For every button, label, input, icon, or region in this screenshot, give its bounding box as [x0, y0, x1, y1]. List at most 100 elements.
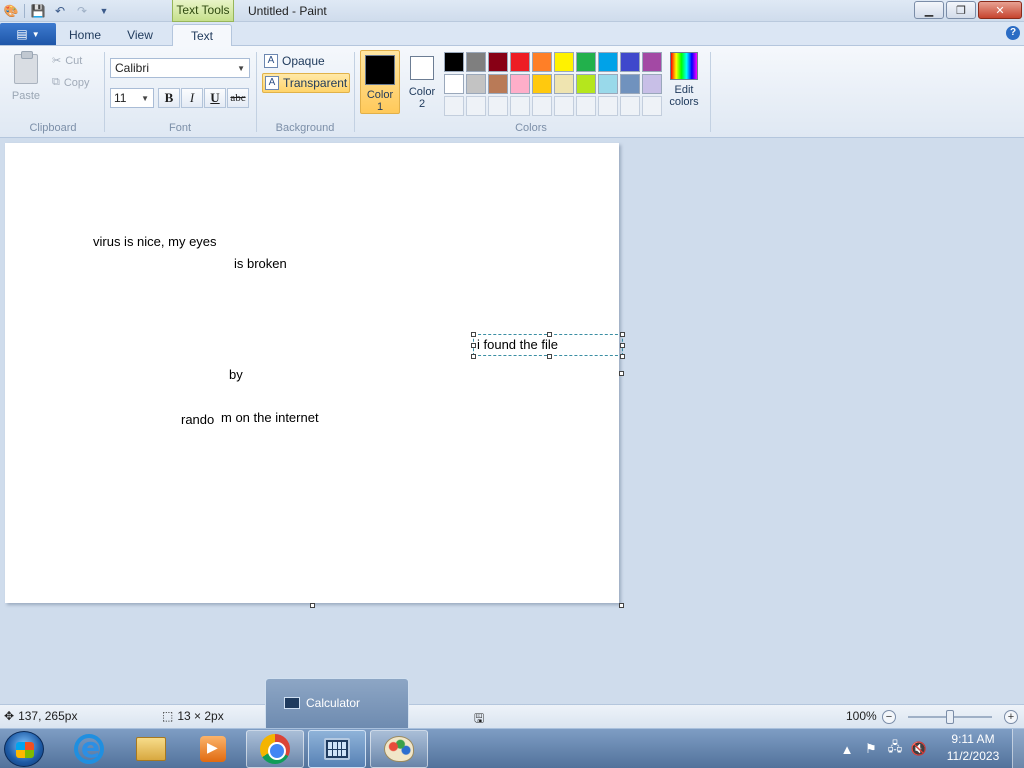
restore-button[interactable]: ❐ [946, 1, 976, 19]
custom-color-slot[interactable] [532, 96, 552, 116]
clock[interactable]: 9:11 AM 11/2/2023 [938, 731, 1008, 767]
canvas-resize-handle[interactable] [310, 603, 315, 608]
drawing-canvas[interactable]: virus is nice, my eyes is broken by rand… [5, 143, 625, 603]
palette-swatch[interactable] [554, 52, 574, 72]
zoom-out-button[interactable]: − [882, 710, 896, 724]
palette-swatch[interactable] [576, 74, 596, 94]
canvas-resize-handle[interactable] [619, 603, 624, 608]
tab-text[interactable]: Text [172, 24, 232, 47]
color1-button[interactable]: Color 1 [360, 50, 400, 114]
palette-swatch[interactable] [576, 52, 596, 72]
minimize-icon: ▁ [924, 4, 934, 17]
palette-swatch[interactable] [466, 74, 486, 94]
palette-swatch[interactable] [620, 74, 640, 94]
palette-swatch[interactable] [532, 52, 552, 72]
color2-label-line2: 2 [418, 98, 426, 110]
palette-swatch[interactable] [642, 52, 662, 72]
palette-swatch[interactable] [510, 74, 530, 94]
network-icon[interactable]: 🖧 [886, 738, 904, 760]
palette-swatch[interactable] [554, 74, 574, 94]
cut-label: Cut [65, 54, 83, 67]
chrome-button[interactable] [246, 730, 304, 768]
paint-palette-icon [384, 736, 414, 762]
custom-color-slot[interactable] [510, 96, 530, 116]
edit-colors-button[interactable]: Edit colors [666, 52, 702, 108]
show-hidden-icons-icon[interactable]: ▲ [838, 742, 856, 757]
customize-qat-icon[interactable]: ▼ [95, 2, 113, 20]
volume-muted-icon[interactable]: 🔇 [910, 741, 928, 757]
paint-taskbar-button[interactable] [370, 730, 428, 768]
save-icon[interactable]: 💾 [29, 2, 47, 20]
minimize-button[interactable]: ▁ [914, 1, 944, 19]
palette-swatch[interactable] [510, 52, 530, 72]
zoom-slider-thumb[interactable] [946, 710, 954, 724]
custom-color-slot[interactable] [554, 96, 574, 116]
canvas-resize-handle[interactable] [619, 371, 624, 376]
palette-swatch[interactable] [532, 74, 552, 94]
custom-color-slot[interactable] [466, 96, 486, 116]
redo-icon[interactable]: ↷ [73, 2, 91, 20]
show-desktop-button[interactable] [1012, 729, 1024, 768]
font-family-select[interactable]: Calibri ▼ [110, 58, 250, 78]
resize-handle[interactable] [471, 332, 476, 337]
calculator-preview[interactable]: Calculator [265, 678, 409, 728]
custom-color-slot[interactable] [620, 96, 640, 116]
undo-icon[interactable]: ↶ [51, 2, 69, 20]
paste-button[interactable]: Paste [6, 51, 46, 110]
palette-swatch[interactable] [598, 52, 618, 72]
qat-separator [24, 4, 25, 18]
media-player-button[interactable] [184, 730, 242, 768]
clipboard-group-label: Clipboard [29, 122, 77, 134]
resize-handle[interactable] [547, 354, 552, 359]
resize-handle[interactable] [471, 354, 476, 359]
close-button[interactable]: ✕ [978, 1, 1022, 19]
custom-color-slot[interactable] [488, 96, 508, 116]
resize-handle[interactable] [620, 354, 625, 359]
resize-handle[interactable] [620, 343, 625, 348]
font-size-select[interactable]: 11 ▼ [110, 88, 154, 108]
start-button[interactable] [4, 731, 44, 767]
resize-handle[interactable] [620, 332, 625, 337]
tab-view[interactable]: View [116, 24, 164, 46]
italic-button[interactable]: I [181, 88, 203, 108]
text-editing-box[interactable]: i found the file [471, 332, 625, 359]
internet-explorer-button[interactable] [60, 730, 118, 768]
zoom-in-button[interactable]: + [1004, 710, 1018, 724]
color2-button[interactable]: Color 2 [404, 50, 440, 114]
custom-color-slot[interactable] [598, 96, 618, 116]
palette-swatch[interactable] [444, 52, 464, 72]
palette-swatch[interactable] [466, 52, 486, 72]
strikethrough-button[interactable]: abc [227, 88, 249, 108]
resize-handle[interactable] [471, 343, 476, 348]
custom-color-slot[interactable] [444, 96, 464, 116]
calculator-taskbar-button[interactable] [308, 730, 366, 768]
transparent-button[interactable]: A Transparent [262, 73, 350, 93]
action-center-icon[interactable]: ⚑ [862, 741, 880, 757]
palette-swatch[interactable] [444, 74, 464, 94]
custom-color-slot[interactable] [642, 96, 662, 116]
paint-app-icon[interactable]: 🎨 [2, 2, 20, 20]
font-size-value: 11 [114, 91, 127, 105]
paint-menu-button[interactable]: ▤ ▼ [0, 23, 56, 45]
canvas-workspace[interactable]: virus is nice, my eyes is broken by rand… [0, 138, 1024, 704]
internet-explorer-icon [74, 731, 104, 764]
underline-button[interactable]: U [204, 88, 226, 108]
opaque-button[interactable]: A Opaque [262, 51, 350, 71]
help-icon[interactable]: ? [1006, 26, 1020, 40]
file-explorer-button[interactable] [122, 730, 180, 768]
clock-date: 11/2/2023 [946, 749, 1000, 763]
copy-button[interactable]: ⧉ Copy [52, 76, 90, 89]
palette-swatch[interactable] [488, 74, 508, 94]
palette-swatch[interactable] [620, 52, 640, 72]
palette-swatch[interactable] [642, 74, 662, 94]
palette-swatch[interactable] [488, 52, 508, 72]
custom-color-slot[interactable] [576, 96, 596, 116]
bold-button[interactable]: B [158, 88, 180, 108]
cursor-position-value: 137, 265px [18, 709, 78, 723]
resize-handle[interactable] [547, 332, 552, 337]
palette-swatch[interactable] [598, 74, 618, 94]
tab-home[interactable]: Home [62, 24, 108, 46]
close-icon: ✕ [995, 4, 1005, 17]
text-tools-contextual-tab: Text Tools [172, 0, 234, 22]
cut-button[interactable]: ✂ Cut [52, 54, 83, 68]
